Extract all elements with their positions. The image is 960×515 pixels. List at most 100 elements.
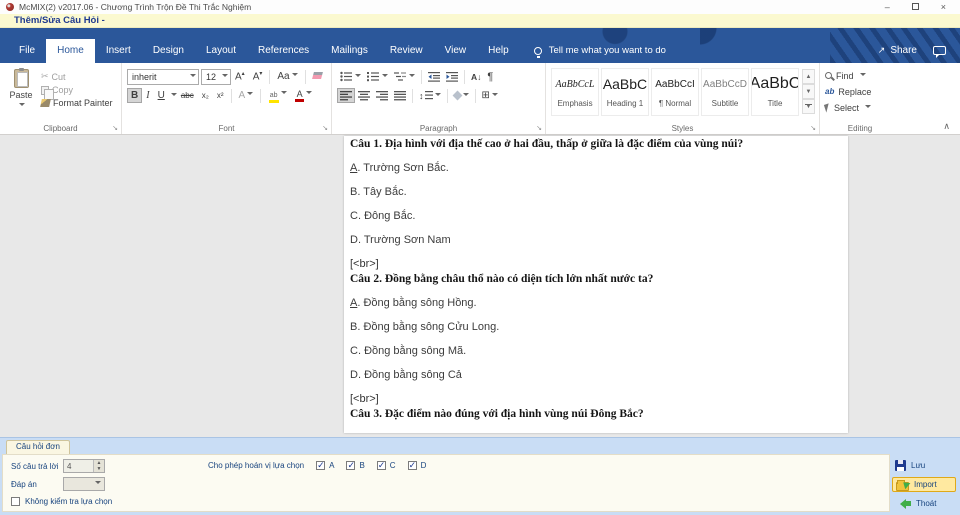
- minimize-button[interactable]: –: [885, 2, 890, 12]
- highlight-button[interactable]: ab: [264, 87, 291, 105]
- ribbon-tab-review[interactable]: Review: [379, 39, 434, 63]
- shrink-font-button[interactable]: A▾: [249, 68, 267, 84]
- line-spacing-button[interactable]: ↕: [416, 88, 444, 103]
- ribbon-tab-help[interactable]: Help: [477, 39, 520, 63]
- permute-checkbox-a[interactable]: [316, 460, 326, 471]
- spinner-down-button[interactable]: ▼: [94, 466, 104, 472]
- clear-formatting-button[interactable]: [309, 69, 326, 84]
- question-line[interactable]: Câu 1. Địa hình với địa thế cao ở hai đầ…: [350, 138, 842, 151]
- styles-dialog-launcher[interactable]: ↘: [810, 125, 816, 133]
- import-button[interactable]: Import: [892, 477, 956, 492]
- cut-button[interactable]: ✂ Cut: [41, 71, 113, 82]
- styles-more-button[interactable]: ▼: [802, 99, 815, 114]
- answers-count-input[interactable]: [64, 460, 93, 472]
- align-left-icon: [340, 91, 352, 101]
- font-size-combo[interactable]: 12: [201, 68, 231, 85]
- replace-button[interactable]: ab Replace: [825, 84, 896, 99]
- share-icon: ↗: [877, 45, 886, 55]
- shading-icon: [452, 90, 462, 101]
- select-button[interactable]: Select: [823, 100, 896, 115]
- save-button[interactable]: Lưu: [892, 458, 956, 473]
- justify-button[interactable]: [391, 88, 409, 103]
- superscript-button[interactable]: x²: [213, 89, 228, 102]
- multilevel-list-button[interactable]: [391, 69, 418, 84]
- text-effects-button[interactable]: A: [235, 88, 258, 103]
- skip-check-checkbox[interactable]: [11, 497, 20, 506]
- style-card-normal[interactable]: AaBbCcI ¶ Normal: [651, 68, 699, 116]
- option-line[interactable]: C. Đồng bằng sông Mã.: [350, 345, 842, 358]
- option-line[interactable]: A. Đồng bằng sông Hồng.: [350, 297, 842, 310]
- collapse-ribbon-button[interactable]: ∧: [943, 121, 950, 132]
- styles-scroll-down[interactable]: ▼: [802, 84, 815, 99]
- ribbon-tab-references[interactable]: References: [247, 39, 320, 63]
- styles-scroll-up[interactable]: ▲: [802, 69, 815, 84]
- align-left-button[interactable]: [337, 88, 355, 103]
- underline-button[interactable]: U: [154, 88, 169, 103]
- option-line[interactable]: B. Đồng bằng sông Cửu Long.: [350, 321, 842, 334]
- find-button[interactable]: Find: [825, 68, 896, 83]
- style-name: Heading 1: [606, 99, 644, 108]
- borders-button[interactable]: ⊞: [479, 88, 501, 103]
- answers-count-spinner[interactable]: ▲▼: [63, 459, 105, 473]
- show-marks-button[interactable]: ¶: [484, 69, 496, 85]
- strikethrough-button[interactable]: abc: [177, 89, 198, 102]
- style-card-emphasis[interactable]: AaBbCcL Emphasis: [551, 68, 599, 116]
- option-line[interactable]: B. Tây Bắc.: [350, 186, 842, 199]
- permute-checkbox-d[interactable]: [407, 460, 417, 471]
- tell-me-box[interactable]: Tell me what you want to do: [533, 38, 666, 63]
- style-card-heading1[interactable]: AaBbC Heading 1: [601, 68, 649, 116]
- menu-item-them-sua-cau-hoi[interactable]: Thêm/Sửa Câu Hỏi -: [14, 15, 105, 26]
- option-line[interactable]: A. Trường Sơn Bắc.: [350, 162, 842, 175]
- share-button[interactable]: ↗ Share: [878, 45, 917, 56]
- break-tag-line[interactable]: [<br>]: [350, 258, 842, 271]
- style-card-subtitle[interactable]: AaBbCcD Subtitle: [701, 68, 749, 116]
- break-tag-line[interactable]: [<br>]: [350, 393, 842, 406]
- exit-button[interactable]: Thoát: [892, 496, 956, 511]
- align-center-button[interactable]: [355, 88, 373, 103]
- permute-checkbox-c[interactable]: [376, 460, 386, 471]
- style-card-title[interactable]: AaBbC Title: [751, 68, 799, 116]
- italic-button[interactable]: I: [142, 88, 153, 103]
- ribbon-tab-file[interactable]: File: [8, 39, 46, 63]
- clipboard-dialog-launcher[interactable]: ↘: [112, 125, 118, 133]
- grow-font-button[interactable]: A▴: [231, 68, 249, 84]
- question-line[interactable]: Câu 2. Đồng bằng châu thổ nào có diện tí…: [350, 273, 842, 286]
- paragraph-dialog-launcher[interactable]: ↘: [536, 125, 542, 133]
- option-line[interactable]: C. Đông Bắc.: [350, 210, 842, 223]
- format-painter-button[interactable]: Format Painter: [40, 98, 113, 108]
- option-line[interactable]: D. Đồng bằng sông Cả: [350, 369, 842, 382]
- font-dialog-launcher[interactable]: ↘: [322, 125, 328, 133]
- font-color-button[interactable]: A: [291, 87, 316, 104]
- shading-button[interactable]: [451, 90, 472, 101]
- question-line[interactable]: Câu 3. Đặc điểm nào đúng với địa hình vù…: [350, 408, 842, 421]
- permute-checkbox-b[interactable]: [346, 460, 356, 471]
- subscript-button[interactable]: x₂: [198, 89, 213, 102]
- ribbon-tab-layout[interactable]: Layout: [195, 39, 247, 63]
- increase-indent-button[interactable]: [443, 69, 461, 84]
- text-effects-arrow: [247, 92, 254, 98]
- option-line[interactable]: D. Trường Sơn Nam: [350, 234, 842, 247]
- paste-button[interactable]: Paste: [5, 67, 37, 121]
- bold-button[interactable]: B: [127, 88, 143, 103]
- ribbon-tab-design[interactable]: Design: [142, 39, 195, 63]
- numbering-button[interactable]: [364, 69, 391, 84]
- align-right-button[interactable]: [373, 88, 391, 103]
- bullets-button[interactable]: [337, 69, 364, 84]
- ribbon-tab-insert[interactable]: Insert: [95, 39, 142, 63]
- font-name-combo[interactable]: inherit: [127, 68, 199, 85]
- change-case-button[interactable]: Aa: [273, 69, 301, 84]
- close-button[interactable]: ×: [941, 2, 946, 12]
- window-controls: – ×: [885, 2, 946, 12]
- copy-button[interactable]: Copy: [41, 85, 113, 100]
- decrease-indent-button[interactable]: [425, 69, 443, 84]
- maximize-button[interactable]: [911, 2, 919, 12]
- tab-cau-hoi-don[interactable]: Câu hỏi đơn: [6, 440, 70, 454]
- comment-icon[interactable]: [933, 46, 946, 58]
- answer-key-select[interactable]: [63, 477, 105, 491]
- document-page[interactable]: Câu 1. Địa hình với địa thế cao ở hai đầ…: [344, 136, 848, 433]
- ribbon-tab-home[interactable]: Home: [46, 39, 95, 63]
- ribbon-tab-view[interactable]: View: [434, 39, 478, 63]
- sort-button[interactable]: A↓: [468, 70, 484, 84]
- ribbon-tab-mailings[interactable]: Mailings: [320, 39, 379, 63]
- styles-gallery: AaBbCcL Emphasis AaBbC Heading 1 AaBbCcI ¶ No…: [551, 68, 799, 121]
